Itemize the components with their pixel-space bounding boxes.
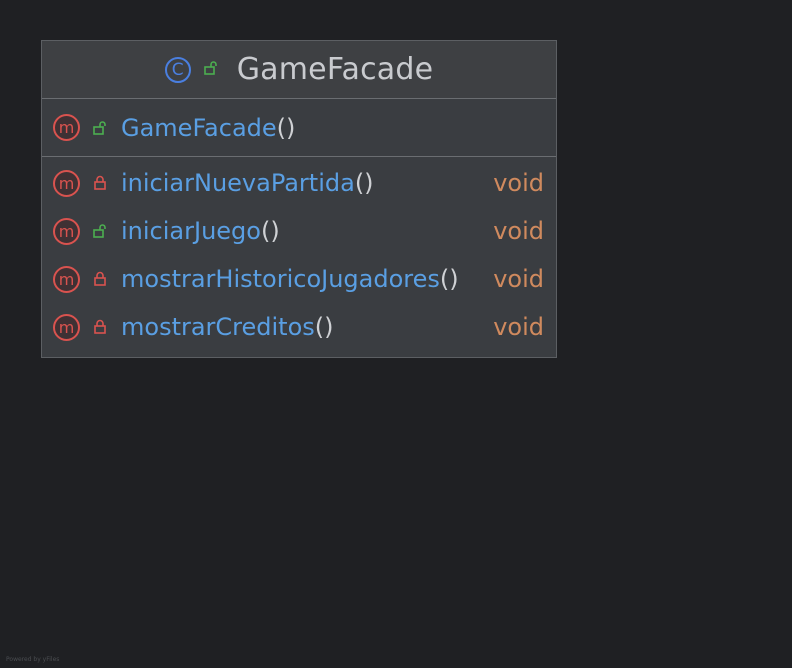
method-icon: m [53, 313, 80, 341]
method-row[interactable]: m mostrarCreditos() void [42, 303, 556, 351]
method-name: mostrarHistoricoJugadores() [121, 265, 459, 293]
method-icon: m [53, 265, 80, 293]
private-lock-icon [92, 270, 108, 288]
footer-watermark: Powered by yFiles [6, 656, 60, 663]
return-type: void [493, 265, 544, 293]
method-row[interactable]: m iniciarNuevaPartida() void [42, 159, 556, 207]
constructor-name: GameFacade() [121, 113, 296, 142]
class-icon: C [164, 56, 191, 83]
constructor-section: m GameFacade() [42, 99, 556, 157]
method-name: mostrarCreditos() [121, 313, 334, 341]
constructor-row[interactable]: m GameFacade() [42, 104, 556, 152]
diagram-canvas: C GameFacade m GameFacade() m iniciarNue… [0, 0, 792, 668]
class-name: GameFacade [236, 52, 434, 87]
methods-section: m iniciarNuevaPartida() void m iniciarJu… [42, 157, 556, 351]
class-header: C GameFacade [42, 41, 556, 99]
private-lock-icon [92, 174, 108, 192]
public-unlock-icon [203, 60, 219, 80]
method-row[interactable]: m iniciarJuego() void [42, 207, 556, 255]
return-type: void [493, 217, 544, 245]
method-name: iniciarJuego() [121, 217, 280, 245]
return-type: void [493, 169, 544, 197]
method-name: iniciarNuevaPartida() [121, 169, 374, 197]
method-icon: m [53, 217, 80, 245]
private-lock-icon [92, 318, 108, 336]
method-icon: m [53, 169, 80, 197]
return-type: void [493, 313, 544, 341]
public-unlock-icon [92, 119, 108, 137]
method-row[interactable]: m mostrarHistoricoJugadores() void [42, 255, 556, 303]
method-icon: m [53, 114, 80, 141]
class-node[interactable]: C GameFacade m GameFacade() m iniciarNue… [41, 40, 557, 358]
public-unlock-icon [92, 222, 108, 240]
